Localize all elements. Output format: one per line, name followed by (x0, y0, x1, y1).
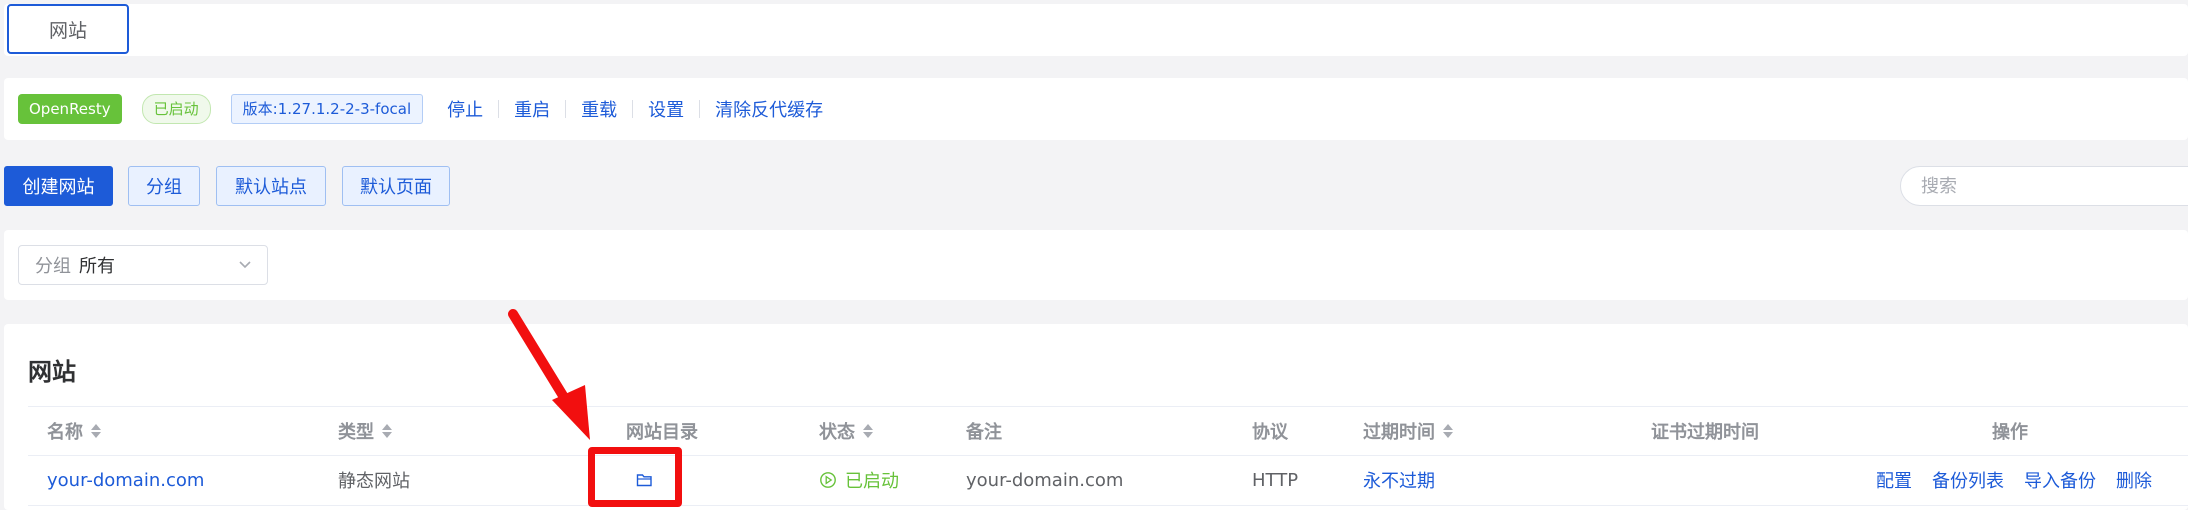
site-type: 静态网站 (338, 471, 410, 492)
group-filter-label: 分组 (35, 256, 71, 277)
stop-link[interactable]: 停止 (447, 96, 483, 122)
running-status-badge: 已启动 (141, 94, 211, 124)
tab-websites[interactable]: 网站 (7, 4, 129, 54)
group-filter-select[interactable]: 分组 所有 (18, 245, 268, 285)
section-title: 网站 (28, 358, 76, 386)
server-name-badge: OpenResty (18, 94, 122, 124)
chevron-down-icon (239, 261, 251, 269)
column-header-label: 类型 (338, 422, 374, 443)
search-box (1900, 166, 2188, 206)
divider (632, 100, 634, 118)
server-actions: 停止 重启 重载 设置 清除反代缓存 (447, 96, 823, 122)
column-header-expire[interactable]: 过期时间 (1363, 407, 1453, 455)
play-circle-icon (820, 472, 836, 488)
column-header-cert-expire: 证书过期时间 (1651, 407, 1759, 455)
config-link[interactable]: 配置 (1876, 467, 1912, 493)
column-header-label: 状态 (819, 422, 855, 443)
annotation-arrow-icon (508, 309, 590, 440)
restart-link[interactable]: 重启 (514, 96, 550, 122)
website-list-card: 网站 名称 类型 网站目录 状态 备注 协议 过期时间 证书过期时间 操作 yo… (4, 324, 2188, 510)
row-operations: 配置 备份列表 导入备份 删除 (1876, 455, 2152, 505)
import-backup-link[interactable]: 导入备份 (2024, 467, 2096, 493)
version-badge: 版本:1.27.1.2-2-3-focal (230, 94, 424, 124)
column-header-name[interactable]: 名称 (47, 407, 101, 455)
clear-proxy-cache-link[interactable]: 清除反代缓存 (715, 96, 823, 122)
column-header-protocol: 协议 (1252, 407, 1288, 455)
column-header-label: 操作 (1992, 422, 2028, 443)
table-row: your-domain.com 静态网站 已启动 your-domain.com… (28, 455, 2188, 506)
column-header-operations: 操作 (1992, 407, 2028, 455)
reload-link[interactable]: 重载 (581, 96, 617, 122)
backup-list-link[interactable]: 备份列表 (1932, 467, 2004, 493)
site-status-label: 已启动 (845, 471, 899, 492)
sort-icon[interactable] (382, 424, 392, 438)
sort-icon[interactable] (91, 424, 101, 438)
column-header-label: 证书过期时间 (1651, 422, 1759, 443)
sort-icon[interactable] (863, 424, 873, 438)
default-site-button[interactable]: 默认站点 (216, 166, 326, 206)
table-header: 名称 类型 网站目录 状态 备注 协议 过期时间 证书过期时间 操作 (28, 406, 2188, 456)
site-protocol: HTTP (1252, 469, 1299, 491)
site-expire-link[interactable]: 永不过期 (1363, 455, 1435, 505)
site-remark: your-domain.com (966, 469, 1124, 491)
site-name-link[interactable]: your-domain.com (47, 455, 204, 505)
create-website-button[interactable]: 创建网站 (4, 166, 113, 206)
filter-panel: 分组 所有 (4, 230, 2188, 300)
column-header-label: 协议 (1252, 422, 1288, 443)
column-header-status[interactable]: 状态 (819, 407, 873, 455)
tab-bar: 网站 (4, 4, 2188, 56)
column-header-type[interactable]: 类型 (338, 407, 392, 455)
server-status-bar: OpenResty 已启动 版本:1.27.1.2-2-3-focal 停止 重… (4, 78, 2188, 140)
divider (498, 100, 500, 118)
group-filter-value: 所有 (79, 256, 115, 277)
site-status-toggle[interactable]: 已启动 (819, 455, 899, 505)
annotation-highlight-box (588, 447, 682, 507)
column-header-label: 名称 (47, 422, 83, 443)
delete-link[interactable]: 删除 (2116, 467, 2152, 493)
settings-link[interactable]: 设置 (648, 96, 684, 122)
divider (565, 100, 567, 118)
group-button[interactable]: 分组 (128, 166, 200, 206)
search-input[interactable] (1919, 174, 2183, 198)
sort-icon[interactable] (1443, 424, 1453, 438)
column-header-label: 过期时间 (1363, 422, 1435, 443)
divider (699, 100, 701, 118)
toolbar: 创建网站 分组 默认站点 默认页面 (4, 164, 2188, 208)
column-header-label: 备注 (966, 422, 1002, 443)
column-header-label: 网站目录 (626, 422, 698, 443)
column-header-remark: 备注 (966, 407, 1002, 455)
default-page-button[interactable]: 默认页面 (342, 166, 450, 206)
